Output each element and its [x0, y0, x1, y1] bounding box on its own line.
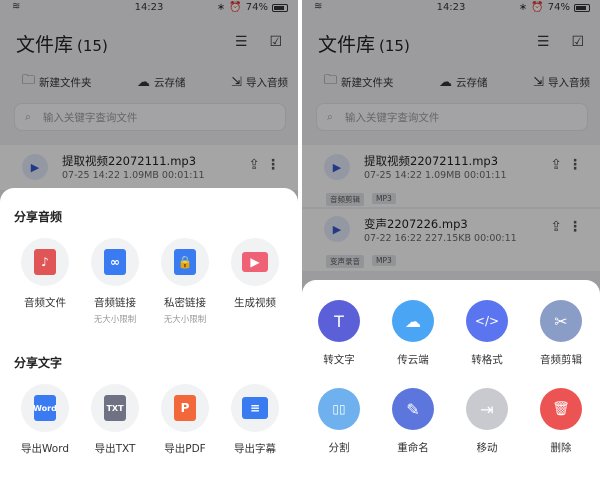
right-screen: ≋ 14:23 ∗ ⏰ 74% 文件库 (15) ☰ ☑ 🗀 新建文件夹 ☁ 云存储 … [302, 0, 600, 491]
share-audio-link[interactable]: ∞ 音频链接 无大小限制 [80, 238, 150, 325]
txt-icon: TXT [104, 395, 126, 421]
share-audio-title: 分享音频 [14, 210, 63, 224]
private-link-icon: 🔒 [174, 249, 196, 275]
tool-audio-edit[interactable]: ✂ 音频剪辑 [524, 300, 598, 367]
tool-move[interactable]: ⇥ 移动 [450, 388, 524, 455]
export-subtitle[interactable]: ≡ 导出字幕 [220, 384, 290, 456]
pencil-icon: ✎ [392, 388, 434, 430]
scissors-icon: ✂ [540, 300, 582, 342]
export-txt[interactable]: TXT 导出TXT [80, 384, 150, 456]
tool-delete[interactable]: 🗑 删除 [524, 388, 598, 455]
tool-rename[interactable]: ✎ 重命名 [376, 388, 450, 455]
link-icon: ∞ [104, 249, 126, 275]
code-icon: </> [466, 300, 508, 342]
share-private-link[interactable]: 🔒 私密链接 无大小限制 [150, 238, 220, 325]
export-pdf[interactable]: P 导出PDF [150, 384, 220, 456]
split-icon: ▯▯ [318, 388, 360, 430]
tool-split[interactable]: ▯▯ 分割 [302, 388, 376, 455]
trash-icon: 🗑 [540, 388, 582, 430]
tools-sheet: T 转文字 ☁ 传云端 </> 转格式 ✂ 音频剪辑 ▯▯ 分割 ✎ 重命名 ⇥… [302, 280, 600, 491]
export-word[interactable]: Word 导出Word [10, 384, 80, 456]
tool-transcribe[interactable]: T 转文字 [302, 300, 376, 367]
tool-upload-cloud[interactable]: ☁ 传云端 [376, 300, 450, 367]
left-screen: ≋ 14:23 ∗ ⏰ 74% 文件库 (15) ☰ ☑ 🗀 新建文件夹 ☁ 云存储 … [0, 0, 298, 491]
share-generate-video[interactable]: ▶ 生成视频 [220, 238, 290, 310]
music-file-icon: ♪ [34, 249, 56, 275]
pdf-icon: P [174, 395, 196, 421]
move-icon: ⇥ [466, 388, 508, 430]
transcribe-icon: T [318, 300, 360, 342]
share-sheet: 分享音频 ♪ 音频文件 ∞ 音频链接 无大小限制 🔒 私密链接 无大小限制 ▶ … [0, 188, 298, 491]
tool-convert-format[interactable]: </> 转格式 [450, 300, 524, 367]
word-icon: Word [33, 395, 57, 421]
video-icon: ▶ [242, 252, 268, 272]
subtitle-icon: ≡ [242, 397, 268, 419]
share-text-title: 分享文字 [14, 356, 63, 370]
cloud-upload-icon: ☁ [392, 300, 434, 342]
share-audio-file[interactable]: ♪ 音频文件 [10, 238, 80, 310]
